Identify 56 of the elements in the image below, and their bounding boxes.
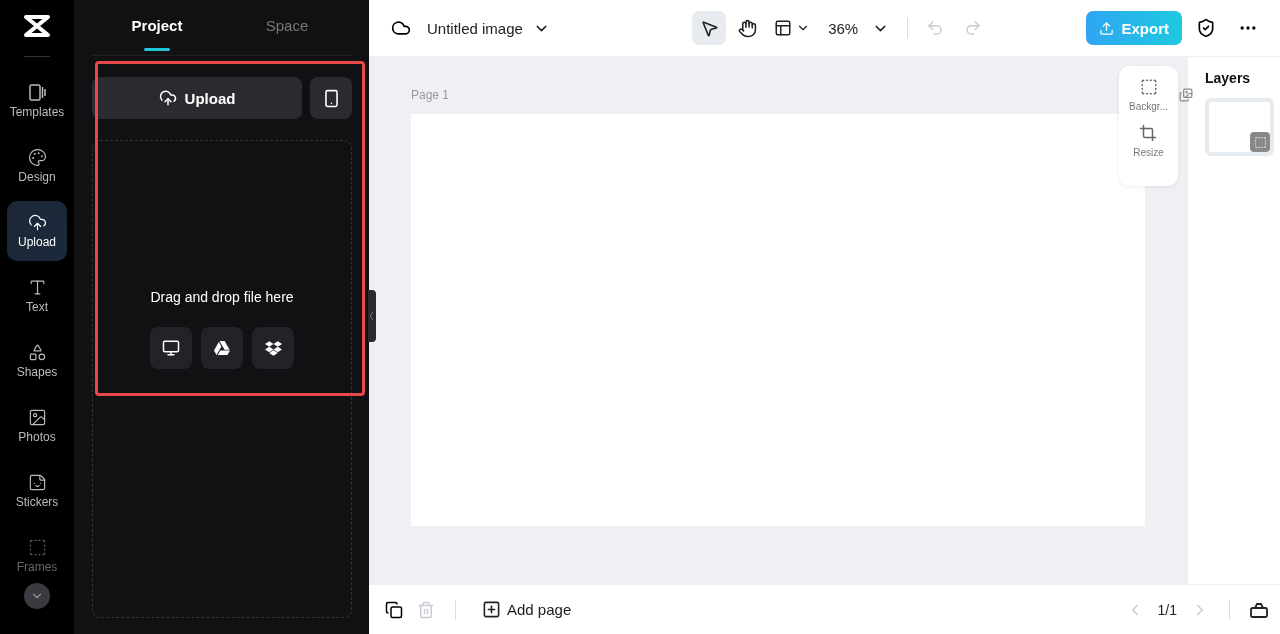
drop-zone[interactable]: Drag and drop file here — [92, 140, 352, 618]
collapse-handle[interactable] — [368, 290, 376, 342]
redo-icon — [964, 19, 983, 37]
logo-icon[interactable] — [23, 14, 51, 38]
copy-icon[interactable] — [385, 600, 403, 619]
resize-icon — [1139, 124, 1158, 142]
drive-icon — [214, 340, 230, 356]
upload-button[interactable]: Upload — [92, 77, 302, 119]
sidebar-item[interactable]: Photos — [7, 396, 67, 456]
cloud-icon[interactable] — [391, 18, 411, 38]
title-dropdown[interactable]: Untitled image — [421, 18, 556, 38]
export-icon — [1099, 20, 1115, 36]
sidebar-item[interactable]: Shapes — [7, 331, 67, 391]
cloud-upload-icon — [158, 89, 177, 107]
computer-button[interactable] — [150, 327, 192, 369]
background-icon — [1139, 78, 1158, 96]
sidebar-item[interactable]: Stickers — [7, 461, 67, 521]
drop-hint: Drag and drop file here — [150, 289, 294, 305]
sidebar-item[interactable]: Text — [7, 266, 67, 326]
drive-button[interactable] — [201, 327, 243, 369]
sidebar-item[interactable]: Upload — [7, 201, 67, 261]
chevron-left-icon — [369, 311, 375, 321]
templates-icon — [27, 83, 47, 102]
add-page-button[interactable]: Add page — [476, 599, 578, 620]
sidebar-item[interactable]: Design — [7, 136, 67, 196]
panel-tab[interactable]: Project — [92, 0, 222, 55]
panel-tab[interactable]: Space — [222, 0, 352, 55]
sidebar-item[interactable]: Frames — [7, 526, 67, 586]
shield-icon[interactable] — [1196, 18, 1216, 38]
frame-icon — [27, 538, 47, 557]
dropbox-icon — [264, 339, 282, 357]
tool-button[interactable] — [692, 11, 727, 45]
shapes-icon — [27, 343, 47, 362]
toolbox-icon[interactable] — [1250, 601, 1268, 618]
hand-icon — [737, 18, 757, 38]
float-menu-item[interactable]: Resize — [1133, 124, 1164, 158]
palette-icon — [27, 148, 47, 167]
phone-button[interactable] — [310, 77, 352, 119]
undo-icon — [926, 19, 945, 37]
page-counter: 1/1 — [1157, 601, 1177, 618]
page-label: Page 1 — [411, 88, 450, 102]
duplicate-page-icon[interactable] — [1179, 88, 1193, 102]
layout-icon — [774, 19, 793, 37]
sidebar-item[interactable]: Templates — [7, 71, 67, 131]
monitor-icon — [162, 339, 180, 357]
add-page-icon — [482, 600, 501, 619]
more-button[interactable] — [24, 583, 50, 609]
dropbox-button[interactable] — [252, 327, 294, 369]
pointer-icon — [699, 18, 719, 38]
cloud-upload-icon — [27, 213, 47, 232]
sticker-icon — [27, 473, 47, 492]
layer-thumbnail[interactable] — [1205, 98, 1274, 156]
float-menu-item[interactable]: Backgr... — [1129, 78, 1168, 112]
image-icon — [27, 408, 47, 427]
layers-title: Layers — [1205, 70, 1252, 86]
zoom-dropdown[interactable]: 36% — [820, 11, 898, 45]
